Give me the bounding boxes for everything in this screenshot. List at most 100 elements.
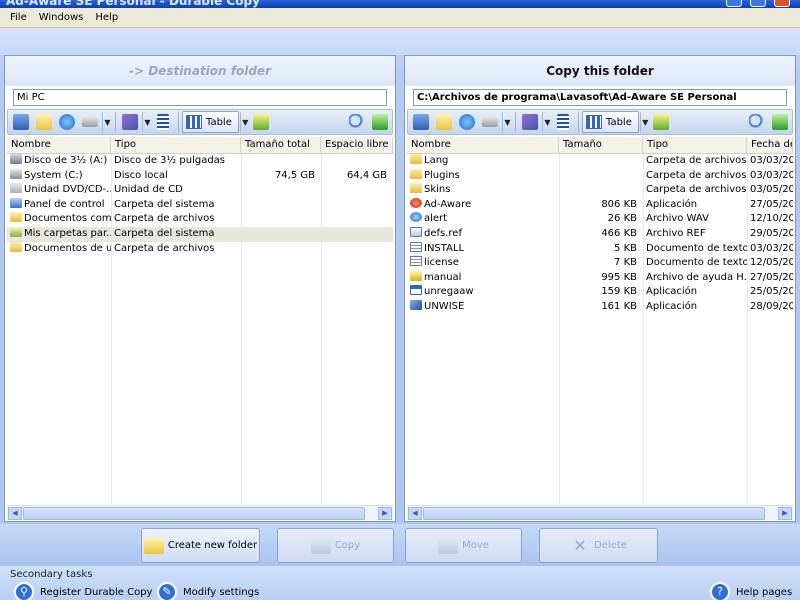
view-mode-dropdown[interactable]: ▼ <box>239 112 250 132</box>
help-file-icon <box>410 270 422 281</box>
cell-date: 29/05/20 <box>747 227 793 242</box>
documents-button[interactable] <box>33 111 55 133</box>
destination-path-field[interactable]: Mi PC <box>13 89 387 106</box>
table-row[interactable]: Ad-Aware 806 KB Aplicación 27/05/20 <box>407 197 793 213</box>
drive-dropdown[interactable]: ▼ <box>102 112 112 132</box>
column-header-name[interactable]: Nombre <box>7 137 111 153</box>
table-row[interactable]: Unidad DVD/CD-... Unidad de CD <box>7 183 393 198</box>
create-folder-button[interactable]: Create new folder <box>141 528 260 563</box>
table-row[interactable]: Documentos com...Carpeta de archivos <box>7 212 393 227</box>
network-button[interactable] <box>56 111 78 133</box>
up-folder-button[interactable] <box>250 111 272 133</box>
column-header-name[interactable]: Nombre <box>407 137 559 153</box>
drive-button[interactable] <box>479 111 501 133</box>
search-icon <box>349 114 365 130</box>
menu-help[interactable]: Help <box>89 8 124 28</box>
menu-file[interactable]: File <box>4 8 33 28</box>
back-button[interactable] <box>410 111 432 133</box>
refresh-button[interactable] <box>369 111 391 133</box>
computer-icon <box>413 114 429 130</box>
help-pages-task[interactable]: ? Help pages <box>710 582 792 600</box>
table-row[interactable]: defs.ref 466 KB Archivo REF 29/05/20 <box>407 226 793 242</box>
table-row[interactable]: license 7 KB Documento de texto 12/05/20 <box>407 256 793 271</box>
view-mode-dropdown[interactable]: ▼ <box>639 112 650 132</box>
scrollbar-thumb[interactable] <box>23 507 365 520</box>
drive-icon <box>82 117 98 127</box>
table-row[interactable]: Plugins Carpeta de archivos 03/03/20 <box>407 168 793 184</box>
cell-total-size <box>241 154 321 169</box>
destination-horizontal-scrollbar[interactable]: ◀ ▶ <box>7 505 393 520</box>
cell-type: Aplicación <box>643 300 747 315</box>
register-label: Register Durable Copy <box>40 586 153 598</box>
scroll-right-arrow-icon[interactable]: ▶ <box>378 507 392 520</box>
column-divider <box>241 154 242 504</box>
cell-free-space <box>321 227 393 242</box>
maximize-button[interactable] <box>750 0 766 7</box>
move-button[interactable]: Move <box>405 528 522 563</box>
refresh-icon <box>772 114 788 130</box>
table-row[interactable]: Documentos de u...Carpeta de archivos <box>7 241 393 257</box>
table-row[interactable]: unregaaw 159 KB Aplicación 25/05/20 <box>407 285 793 300</box>
search-button[interactable] <box>746 111 768 133</box>
delete-button[interactable]: ✕ Delete <box>539 528 658 563</box>
table-row[interactable]: manual 995 KB Archivo de ayuda H... 27/05/2… <box>407 270 793 286</box>
table-row[interactable]: Skins Carpeta de archivos 03/05/20 <box>407 183 793 198</box>
cell-type-text: Aplicación <box>646 198 698 210</box>
tree-icon <box>557 114 569 130</box>
drive-dropdown[interactable]: ▼ <box>502 112 512 132</box>
cell-free-space <box>321 242 393 257</box>
favorites-button[interactable] <box>119 111 141 133</box>
close-button[interactable] <box>774 0 790 7</box>
back-button[interactable] <box>10 111 32 133</box>
register-task[interactable]: ⚲ Register Durable Copy <box>14 582 152 600</box>
source-path-field[interactable]: C:\Archivos de programa\Lavasoft\Ad-Awar… <box>413 89 787 106</box>
scroll-right-arrow-icon[interactable]: ▶ <box>778 507 792 520</box>
delete-icon: ✕ <box>573 535 587 555</box>
table-row[interactable]: Panel de control Carpeta del sistema <box>7 197 393 213</box>
favorites-dropdown[interactable]: ▼ <box>542 112 552 132</box>
scroll-left-arrow-icon[interactable]: ◀ <box>8 507 22 520</box>
modify-settings-task[interactable]: ✎ Modify settings <box>157 582 259 600</box>
minimize-button[interactable] <box>726 0 742 7</box>
column-header-size[interactable]: Tamaño <box>559 137 643 153</box>
cell-type-text: Carpeta de archivos <box>114 242 215 254</box>
scroll-left-arrow-icon[interactable]: ◀ <box>408 507 422 520</box>
column-header-total-size[interactable]: Tamaño total <box>241 137 321 153</box>
view-mode-button[interactable]: Table <box>582 111 639 133</box>
favorites-button[interactable] <box>519 111 541 133</box>
copy-button[interactable]: Copy <box>277 528 394 563</box>
tree-view-button[interactable] <box>552 111 574 133</box>
cell-name: Documentos com... <box>7 212 111 227</box>
table-row[interactable]: System (C:) Disco local 74,5 GB 64,4 GB <box>7 168 393 184</box>
cell-name: unregaaw <box>407 285 559 300</box>
documents-button[interactable] <box>433 111 455 133</box>
cell-name: UNWISE <box>407 299 559 315</box>
table-row[interactable]: Mis carpetas par... Carpeta del sistema <box>7 226 393 242</box>
table-row[interactable]: alert 26 KB Archivo WAV 12/10/20 <box>407 212 793 227</box>
book-icon <box>522 114 538 130</box>
table-row[interactable]: Disco de 3½ (A:) Disco de 3½ pulgadas <box>7 154 393 169</box>
favorites-dropdown[interactable]: ▼ <box>142 112 152 132</box>
refresh-button[interactable] <box>769 111 791 133</box>
scrollbar-thumb[interactable] <box>423 507 765 520</box>
search-button[interactable] <box>346 111 368 133</box>
tree-view-button[interactable] <box>152 111 174 133</box>
column-header-date[interactable]: Fecha de modificación <box>747 137 793 153</box>
column-header-type[interactable]: Tipo <box>111 137 241 153</box>
table-row[interactable]: UNWISE 161 KB Aplicación 28/09/20 <box>407 299 793 315</box>
network-button[interactable] <box>456 111 478 133</box>
cell-type-text: Aplicación <box>646 286 698 298</box>
cell-name: Panel de control <box>7 197 111 213</box>
table-row[interactable]: Lang Carpeta de archivos 03/03/20 <box>407 154 793 169</box>
menu-windows[interactable]: Windows <box>33 8 90 28</box>
column-header-free-space[interactable]: Espacio libre <box>321 137 393 153</box>
drive-button[interactable] <box>79 111 101 133</box>
column-header-type[interactable]: Tipo <box>643 137 747 153</box>
cell-size: 7 KB <box>559 256 643 271</box>
table-row[interactable]: INSTALL 5 KB Documento de texto 03/03/20 <box>407 241 793 257</box>
table-icon <box>186 115 202 129</box>
cell-total-size <box>241 212 321 227</box>
source-horizontal-scrollbar[interactable]: ◀ ▶ <box>407 505 793 520</box>
view-mode-button[interactable]: Table <box>182 111 239 133</box>
up-folder-button[interactable] <box>650 111 672 133</box>
